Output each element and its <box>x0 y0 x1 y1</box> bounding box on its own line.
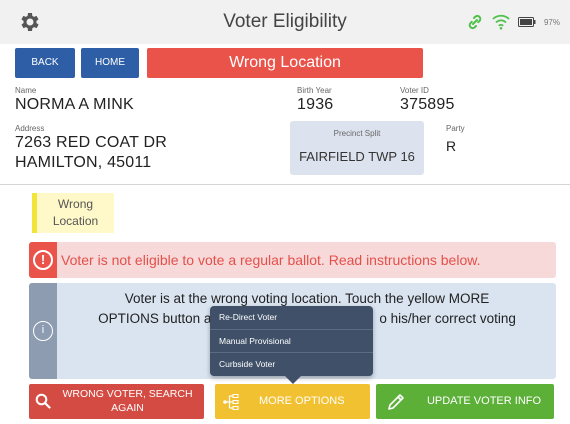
update-voter-label: UPDATE VOTER INFO <box>426 395 542 407</box>
birth-year: 1936 <box>297 96 334 113</box>
search-icon <box>35 393 51 409</box>
alert-icon: ! <box>29 242 57 278</box>
update-voter-info-button[interactable]: UPDATE VOTER INFO <box>376 384 554 419</box>
error-message-bar: ! Voter is not eligible to vote a regula… <box>29 242 556 278</box>
info-icon: i <box>29 283 57 379</box>
more-options-label: MORE OPTIONS <box>259 395 345 407</box>
address-line2: HAMILTON, 45011 <box>15 154 152 171</box>
wrong-location-tag: Wrong Location <box>32 193 114 233</box>
voter-name: NORMA A MINK <box>15 96 134 113</box>
home-button[interactable]: HOME <box>81 48 139 78</box>
wrong-voter-label: WRONG VOTER, SEARCH AGAIN <box>62 388 193 414</box>
party-label: Party <box>446 124 465 133</box>
more-options-menu: Re-Direct Voter Manual Provisional Curbs… <box>210 306 373 384</box>
menu-item-redirect-voter[interactable]: Re-Direct Voter <box>210 306 373 329</box>
battery-percent: 97% <box>543 17 560 27</box>
birth-year-label: Birth Year <box>297 86 332 95</box>
top-bar: Voter Eligibility 97% <box>0 0 570 44</box>
tag-line1: Wrong <box>57 197 94 211</box>
wrong-location-banner: Wrong Location <box>147 48 423 78</box>
menu-pointer <box>285 376 301 384</box>
menu-item-curbside-voter[interactable]: Curbside Voter <box>210 352 373 375</box>
wifi-icon <box>492 14 510 30</box>
precinct-box: Precinct Split FAIRFIELD TWP 16 <box>290 121 424 175</box>
address-label: Address <box>15 124 45 133</box>
status-indicators: 97% <box>466 13 560 31</box>
pencil-icon <box>388 394 404 410</box>
link-icon <box>468 14 482 30</box>
party-value: R <box>446 138 457 154</box>
back-button[interactable]: BACK <box>15 48 75 78</box>
precinct-label: Precinct Split <box>333 129 381 138</box>
more-options-button[interactable]: MORE OPTIONS <box>215 384 370 419</box>
address-line1: 7263 RED COAT DR <box>15 134 167 151</box>
name-label: Name <box>15 86 37 95</box>
wrong-voter-search-again-button[interactable]: WRONG VOTER, SEARCH AGAIN <box>29 384 204 419</box>
tag-line2: Location <box>52 214 99 228</box>
precinct-value: FAIRFIELD TWP 16 <box>299 149 415 164</box>
voter-id-label: Voter ID <box>400 86 429 95</box>
voter-id: 375895 <box>400 96 455 113</box>
menu-item-manual-provisional[interactable]: Manual Provisional <box>210 329 373 352</box>
section-divider <box>0 184 570 185</box>
battery-icon <box>517 17 536 27</box>
error-message: Voter is not eligible to vote a regular … <box>61 252 481 268</box>
options-tree-icon <box>223 394 239 410</box>
